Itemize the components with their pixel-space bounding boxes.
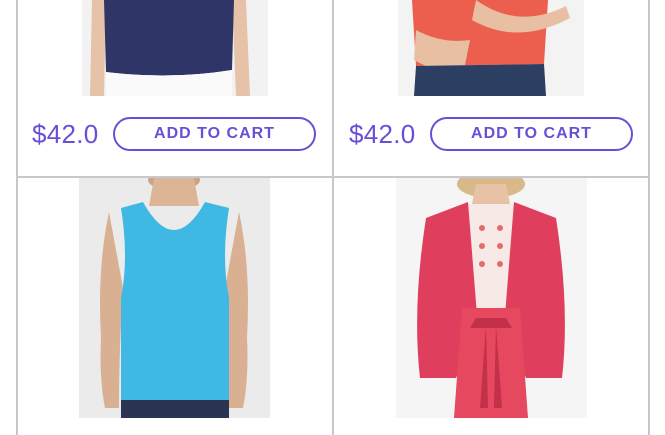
grid-divider-left — [16, 0, 18, 435]
product-card[interactable] — [18, 178, 332, 435]
product-image-navy-top[interactable] — [82, 0, 268, 96]
add-to-cart-button[interactable]: ADD TO CART — [430, 117, 633, 151]
product-card[interactable] — [334, 178, 648, 435]
product-image-turquoise-tank[interactable] — [79, 178, 270, 418]
grid-divider-right — [648, 0, 650, 435]
product-price: $42.0 — [349, 119, 416, 149]
product-grid: $42.0 ADD TO CART $42.0 ADD TO CART — [0, 0, 665, 435]
product-image-pink-blazer[interactable] — [396, 178, 587, 418]
grid-divider-center — [332, 0, 334, 435]
product-image-coral-shirt[interactable] — [398, 0, 584, 96]
grid-divider-row — [16, 176, 650, 178]
product-card[interactable]: $42.0 ADD TO CART — [334, 0, 648, 176]
product-card[interactable]: $42.0 ADD TO CART — [18, 0, 332, 176]
product-price: $42.0 — [32, 119, 99, 149]
add-to-cart-button[interactable]: ADD TO CART — [113, 117, 316, 151]
